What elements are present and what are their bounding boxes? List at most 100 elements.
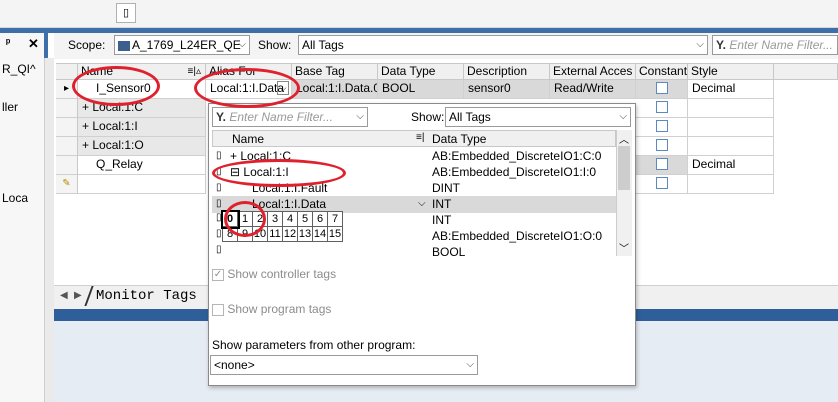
- constant-checkbox[interactable]: [656, 120, 668, 132]
- tag-icon: ▯: [216, 212, 222, 223]
- tab-monitor-tags[interactable]: Monitor Tags: [96, 288, 197, 304]
- scope-label: Scope:: [68, 38, 106, 52]
- controller-icon: [118, 40, 130, 51]
- tree-item-local[interactable]: Loca: [2, 191, 28, 205]
- row-header[interactable]: [56, 118, 78, 137]
- style-cell[interactable]: [688, 175, 774, 194]
- style-cell[interactable]: [688, 118, 774, 137]
- constant-cell[interactable]: [636, 99, 688, 118]
- constant-cell[interactable]: [636, 137, 688, 156]
- show-program-tags-option[interactable]: Show program tags: [212, 302, 331, 316]
- popup-show-value: All Tags: [449, 110, 491, 124]
- col-data-type[interactable]: Data Type: [378, 63, 464, 80]
- row-header[interactable]: [56, 99, 78, 118]
- bit-12[interactable]: 12: [282, 226, 298, 242]
- bit-14[interactable]: 14: [312, 226, 328, 242]
- col-constant[interactable]: Constant: [636, 63, 688, 80]
- show-program-label: Show program tags: [227, 302, 332, 316]
- params-select[interactable]: <none> ⌵: [210, 355, 478, 375]
- constant-checkbox[interactable]: [656, 158, 668, 170]
- popup-list-item[interactable]: BOOL: [212, 244, 616, 261]
- table-row-name[interactable]: Q_Relay: [78, 156, 206, 175]
- style-cell[interactable]: Decimal: [688, 156, 774, 175]
- table-row-name[interactable]: + Local:1:O: [78, 137, 206, 156]
- row-header[interactable]: [56, 156, 78, 175]
- bit-5[interactable]: 5: [297, 211, 313, 227]
- name-filter-input[interactable]: Y. Enter Name Filter...: [712, 35, 838, 55]
- col-base-tag[interactable]: Base Tag: [292, 63, 378, 80]
- tag-icon: ▯: [216, 150, 222, 161]
- external-access-cell[interactable]: Read/Write: [550, 80, 636, 99]
- tree-item-controller[interactable]: R_QI^: [2, 62, 36, 76]
- constant-checkbox[interactable]: [656, 101, 668, 113]
- bit-7[interactable]: 7: [327, 211, 343, 227]
- style-cell[interactable]: [688, 137, 774, 156]
- bit-6[interactable]: 6: [312, 211, 328, 227]
- annotation-circle: [72, 66, 160, 106]
- checkbox-icon[interactable]: [212, 303, 224, 316]
- tag-icon: ▯: [216, 182, 222, 193]
- constant-cell[interactable]: [636, 80, 688, 99]
- description-cell[interactable]: sensor0: [464, 80, 550, 99]
- tree-item-controller-label[interactable]: ller: [2, 100, 18, 114]
- item-type: INT: [432, 213, 452, 227]
- chevron-up-icon[interactable]: ︿: [619, 131, 629, 146]
- scope-select[interactable]: A_1769_L24ER_QE ⌵: [114, 35, 250, 55]
- item-type: DINT: [432, 181, 460, 195]
- constant-checkbox[interactable]: [656, 82, 668, 94]
- chevron-down-icon[interactable]: ⌵: [418, 196, 426, 212]
- popup-show-select[interactable]: All Tags ⌵: [445, 107, 631, 127]
- show-controller-tags-option[interactable]: ✓ Show controller tags: [212, 267, 336, 281]
- popup-filter-placeholder: Enter Name Filter...: [229, 110, 333, 124]
- popup-scroll-thumb[interactable]: [618, 146, 630, 190]
- constant-cell[interactable]: [636, 175, 688, 194]
- scope-value: A_1769_L24ER_QE: [132, 38, 241, 52]
- constant-cell[interactable]: [636, 156, 688, 175]
- checkbox-checked-icon[interactable]: ✓: [212, 268, 224, 281]
- item-type: INT: [432, 197, 452, 211]
- popup-col-name[interactable]: Name: [232, 132, 264, 146]
- col-external-access[interactable]: External Acces: [550, 63, 636, 80]
- constant-cell[interactable]: [636, 118, 688, 137]
- item-type: AB:Embedded_DiscreteIO1:C:0: [432, 149, 602, 163]
- show-value: All Tags: [302, 38, 344, 52]
- params-value: <none>: [214, 358, 255, 372]
- tag-icon: ▯: [216, 228, 222, 239]
- bit-11[interactable]: 11: [267, 226, 283, 242]
- popup-name-filter-input[interactable]: Y. Enter Name Filter... ⌵: [212, 107, 368, 127]
- tag-icon: ▯: [216, 198, 222, 209]
- tab-scroll-left-icon[interactable]: ◀: [60, 290, 68, 301]
- tab-scroll-right-icon[interactable]: ▶: [74, 290, 82, 301]
- annotation-circle: [194, 68, 300, 108]
- col-description[interactable]: Description: [464, 63, 550, 80]
- filter-icon: Y.: [216, 110, 227, 124]
- pin-icon[interactable]: ᵖ: [6, 37, 10, 49]
- style-cell[interactable]: Decimal: [688, 80, 774, 99]
- item-type: AB:Embedded_DiscreteIO1:O:0: [432, 229, 603, 243]
- data-type-cell: BOOL: [378, 80, 464, 99]
- close-icon[interactable]: ✕: [28, 36, 39, 52]
- table-row-name[interactable]: + Local:1:I: [78, 118, 206, 137]
- params-label: Show parameters from other program:: [212, 338, 416, 352]
- table-row-name[interactable]: [78, 175, 206, 194]
- constant-checkbox[interactable]: [656, 139, 668, 151]
- chevron-down-icon[interactable]: ﹀: [619, 240, 629, 255]
- constant-checkbox[interactable]: [656, 177, 668, 189]
- show-select[interactable]: All Tags ⌵: [298, 35, 708, 55]
- new-row-pencil-icon[interactable]: ✎: [56, 175, 78, 194]
- style-cell[interactable]: [688, 99, 774, 118]
- item-type: AB:Embedded_DiscreteIO1:I:0: [432, 165, 597, 179]
- toolbar-button[interactable]: ▯: [116, 3, 136, 23]
- bit-4[interactable]: 4: [282, 211, 298, 227]
- annotation-circle: [212, 159, 346, 187]
- bit-3[interactable]: 3: [267, 211, 283, 227]
- pane-scrollbar[interactable]: [44, 58, 54, 402]
- row-header[interactable]: [56, 137, 78, 156]
- show-controller-label: Show controller tags: [227, 267, 337, 281]
- bit-13[interactable]: 13: [297, 226, 313, 242]
- popup-col-type[interactable]: Data Type: [432, 132, 486, 146]
- chevron-down-icon: ⌵: [696, 39, 704, 50]
- col-style[interactable]: Style: [688, 63, 774, 80]
- show-label: Show:: [258, 38, 292, 52]
- bit-15[interactable]: 15: [327, 226, 343, 242]
